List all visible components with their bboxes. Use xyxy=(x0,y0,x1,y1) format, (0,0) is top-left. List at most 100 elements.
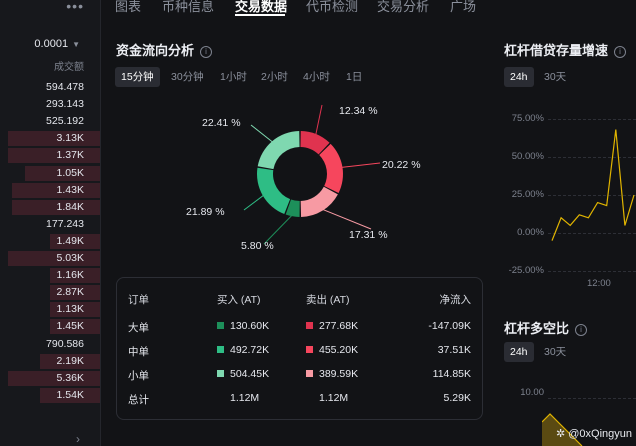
longshort-timeframe-30d[interactable]: 30天 xyxy=(544,342,566,362)
order-flow-table: 订单 买入 (AT) 卖出 (AT) 净流入 大单 130.60K 277.68… xyxy=(116,277,483,420)
info-icon[interactable]: i xyxy=(614,46,627,58)
depth-bar xyxy=(8,131,100,147)
precision-select[interactable]: 0.0001 ▼ xyxy=(34,38,80,50)
tab-token-check[interactable]: 代币检测 xyxy=(306,0,358,15)
precision-value: 0.0001 xyxy=(34,38,69,50)
orderbook-value: 1.13K xyxy=(56,303,84,316)
orderbook-row[interactable]: 1.13K xyxy=(0,302,100,318)
sell-color-swatch xyxy=(306,370,313,377)
y-tick-label: 75.00% xyxy=(511,113,544,124)
orderbook-value: 1.84K xyxy=(56,200,84,213)
orderbook-row[interactable]: 5.03K xyxy=(0,251,100,266)
orderbook-value: 293.143 xyxy=(46,98,84,111)
orderbook-row[interactable]: 1.16K xyxy=(0,268,100,284)
row-buy: 504.45K xyxy=(217,368,269,380)
row-type: 小单 xyxy=(128,370,149,382)
table-header-sell: 卖出 (AT) xyxy=(306,294,350,306)
pie-label-2: 17.31 % xyxy=(349,229,388,241)
row-buy: 492.72K xyxy=(217,344,269,356)
orderbook-row[interactable]: 3.13K xyxy=(0,131,100,147)
orderbook-row[interactable]: 177.243 xyxy=(0,217,100,232)
row-sell: 389.59K xyxy=(306,368,358,380)
orderbook-row[interactable]: 1.37K xyxy=(0,148,100,164)
gridline xyxy=(548,398,636,399)
y-tick-label: 0.00% xyxy=(517,227,544,238)
fund-flow-panel: 资金流向分析 i 15分钟 30分钟 1小时 2小时 4小时 1日 12.34 %… xyxy=(101,16,491,446)
orderbook-row[interactable]: 5.36K xyxy=(0,370,100,386)
orderbook-row[interactable]: 293.143 xyxy=(0,97,100,112)
orderbook-value: 5.36K xyxy=(56,371,84,384)
margin-panel: 杠杆借贷存量增速 i 24h 30天 75.00% 50.00% 25.00% 0… xyxy=(492,16,636,446)
chevron-right-icon[interactable]: › xyxy=(76,432,80,446)
table-header-buy: 买入 (AT) xyxy=(217,294,261,306)
pie-leader-line xyxy=(315,104,323,137)
margin-growth-line-chart xyxy=(551,129,635,241)
orderbook-row[interactable]: 1.43K xyxy=(0,182,100,198)
margin-timeframe-30d[interactable]: 30天 xyxy=(544,67,566,87)
buy-color-swatch xyxy=(217,370,224,377)
long-short-title: 杠杆多空比 i xyxy=(504,318,588,337)
margin-growth-title: 杠杆借贷存量增速 i xyxy=(504,40,627,59)
orderbook-value: 2.19K xyxy=(56,354,84,367)
orderbook-row[interactable]: 2.19K xyxy=(0,353,100,369)
row-net: 37.51K xyxy=(437,344,471,356)
tab-trade-data[interactable]: 交易数据 xyxy=(235,0,287,15)
tab-trade-analysis[interactable]: 交易分析 xyxy=(377,0,429,15)
table-header-net: 净流入 xyxy=(439,294,472,306)
orderbook-row[interactable]: 1.45K xyxy=(0,319,100,335)
pie-slice xyxy=(300,186,338,217)
row-net: -147.09K xyxy=(428,320,471,332)
pie-slice xyxy=(319,143,343,194)
orderbook-row[interactable]: 1.49K xyxy=(0,233,100,249)
pie-label-0: 12.34 % xyxy=(339,105,378,117)
orderbook-value: 1.05K xyxy=(56,166,84,179)
more-dots-icon[interactable]: ••• xyxy=(66,0,84,14)
orderbook-row[interactable]: 2.87K xyxy=(0,285,100,301)
orderbook-value: 5.03K xyxy=(56,252,84,264)
pie-label-3: 5.80 % xyxy=(241,240,274,252)
orderbook-value: 1.16K xyxy=(56,269,84,282)
depth-bar xyxy=(8,148,100,164)
tab-square[interactable]: 广场 xyxy=(450,0,476,15)
fund-flow-donut-chart xyxy=(243,104,381,245)
pie-slice xyxy=(257,167,291,215)
orderbook-value: 1.37K xyxy=(56,149,84,162)
depth-bar xyxy=(8,251,100,266)
orderbook-row[interactable]: 525.192 xyxy=(0,114,100,129)
orderbook-row[interactable]: 790.586 xyxy=(0,337,100,352)
orderbook-row[interactable]: 1.05K xyxy=(0,165,100,181)
y-tick-label: 25.00% xyxy=(511,189,544,200)
watermark: ✲ @0xQingyun xyxy=(556,427,632,440)
y-tick-label: -25.00% xyxy=(508,265,544,276)
info-icon[interactable]: i xyxy=(575,324,588,336)
tab-coin-info[interactable]: 币种信息 xyxy=(162,0,214,15)
table-header-order: 订单 xyxy=(128,294,149,306)
orderbook-row[interactable]: 594.478 xyxy=(0,80,100,95)
row-sell: 277.68K xyxy=(306,320,358,332)
pie-label-5: 22.41 % xyxy=(202,117,241,129)
tab-chart[interactable]: 图表 xyxy=(115,0,141,15)
caret-down-icon: ▼ xyxy=(72,40,80,49)
total-sell: 1.12M xyxy=(319,392,349,404)
watermark-text: @0xQingyun xyxy=(568,428,632,440)
depth-bar xyxy=(8,370,100,386)
orderbook-value: 2.87K xyxy=(56,286,84,299)
orderbook-row[interactable]: 1.84K xyxy=(0,199,100,215)
orderbook-value: 1.49K xyxy=(56,234,84,247)
longshort-timeframe-24h[interactable]: 24h xyxy=(504,342,534,362)
orderbook-value: 3.13K xyxy=(56,132,84,145)
row-type: 大单 xyxy=(128,322,149,334)
star-logo-icon: ✲ xyxy=(556,428,566,440)
orderbook-value: 1.54K xyxy=(56,388,84,401)
margin-timeframe-24h[interactable]: 24h xyxy=(504,67,534,87)
pie-leader-line xyxy=(250,124,274,144)
orderbook-column-header: 成交额 xyxy=(54,62,84,73)
orderbook-value: 594.478 xyxy=(46,81,84,93)
buy-color-swatch xyxy=(217,322,224,329)
row-type: 中单 xyxy=(128,346,149,358)
pie-slice xyxy=(257,131,300,170)
orderbook-row[interactable]: 1.54K xyxy=(0,387,100,403)
margin-growth-title-text: 杠杆借贷存量增速 xyxy=(504,43,609,58)
row-sell: 455.20K xyxy=(306,344,358,356)
pie-leader-line xyxy=(321,208,372,230)
